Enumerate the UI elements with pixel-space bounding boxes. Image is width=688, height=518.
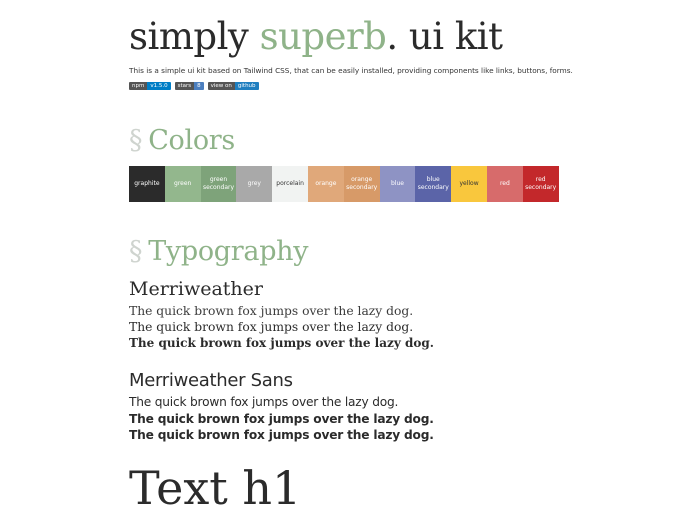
swatch-label: red [499, 180, 510, 187]
merriweather-heading: Merriweather [129, 278, 263, 300]
color-swatch-row: graphite green green secondary grey porcelai… [129, 166, 559, 202]
color-swatch-yellow: yellow [451, 166, 487, 202]
swatch-label: red secondary [525, 176, 557, 191]
github-badge[interactable]: view on github [207, 82, 259, 90]
swatch-label: orange secondary [346, 176, 378, 191]
title-part-1: simply [129, 15, 260, 58]
swatch-label: yellow [459, 180, 479, 187]
title-part-2: . ui kit [386, 15, 503, 58]
badge-key: stars [174, 82, 195, 90]
merriweather-sans-bold-sample: The quick brown fox jumps over the lazy … [129, 428, 434, 442]
h1-demo-text: Text h1 [129, 461, 302, 515]
color-swatch-grey: grey [236, 166, 273, 202]
color-swatch-green: green [164, 166, 201, 202]
color-swatch-red-secondary: red secondary [522, 166, 559, 202]
section-mark-icon: § [129, 125, 143, 156]
npm-version-badge[interactable]: npm v1.5.0 [129, 82, 171, 90]
swatch-label: blue secondary [417, 176, 449, 191]
swatch-label: blue [390, 180, 404, 187]
color-swatch-blue: blue [379, 166, 416, 202]
stars-badge[interactable]: stars 8 [174, 82, 204, 90]
swatch-label: graphite [134, 180, 160, 187]
color-swatch-blue-secondary: blue secondary [415, 166, 452, 202]
badge-value: v1.5.0 [147, 82, 171, 90]
color-swatch-orange-secondary: orange secondary [343, 166, 380, 202]
merriweather-regular-sample: The quick brown fox jumps over the lazy … [129, 320, 414, 334]
color-swatch-porcelain: porcelain [272, 166, 308, 202]
swatch-label: green secondary [202, 176, 235, 191]
swatch-label: porcelain [276, 180, 304, 187]
merriweather-bold-sample: The quick brown fox jumps over the lazy … [129, 336, 434, 350]
section-mark-icon: § [129, 236, 143, 267]
badge-value: github [234, 82, 259, 90]
badge-value: 8 [194, 82, 204, 90]
color-swatch-green-secondary: green secondary [200, 166, 237, 202]
typography-title-text: Typography [148, 236, 309, 267]
merriweather-sans-heading: Merriweather Sans [129, 370, 293, 391]
swatch-label: green [174, 180, 192, 187]
color-swatch-orange: orange [307, 166, 344, 202]
intro-text: This is a simple ui kit based on Tailwin… [129, 66, 573, 75]
swatch-label: orange [315, 180, 337, 187]
color-swatch-graphite: graphite [129, 166, 165, 202]
title-accent: superb [259, 15, 387, 58]
merriweather-sans-regular-sample: The quick brown fox jumps over the lazy … [129, 412, 434, 426]
page-title: simply superb. ui kit [129, 14, 503, 60]
colors-section-title: § Colors [129, 124, 235, 158]
colors-title-text: Colors [148, 125, 235, 156]
badge-key: view on [207, 82, 235, 90]
badge-key: npm [129, 82, 148, 90]
badge-row: npm v1.5.0 stars 8 view on github [129, 82, 259, 90]
swatch-label: grey [247, 180, 261, 187]
merriweather-sans-light-sample: The quick brown fox jumps over the lazy … [129, 395, 399, 409]
typography-section-title: § Typography [129, 235, 309, 269]
merriweather-light-sample: The quick brown fox jumps over the lazy … [129, 304, 414, 318]
color-swatch-red: red [486, 166, 523, 202]
